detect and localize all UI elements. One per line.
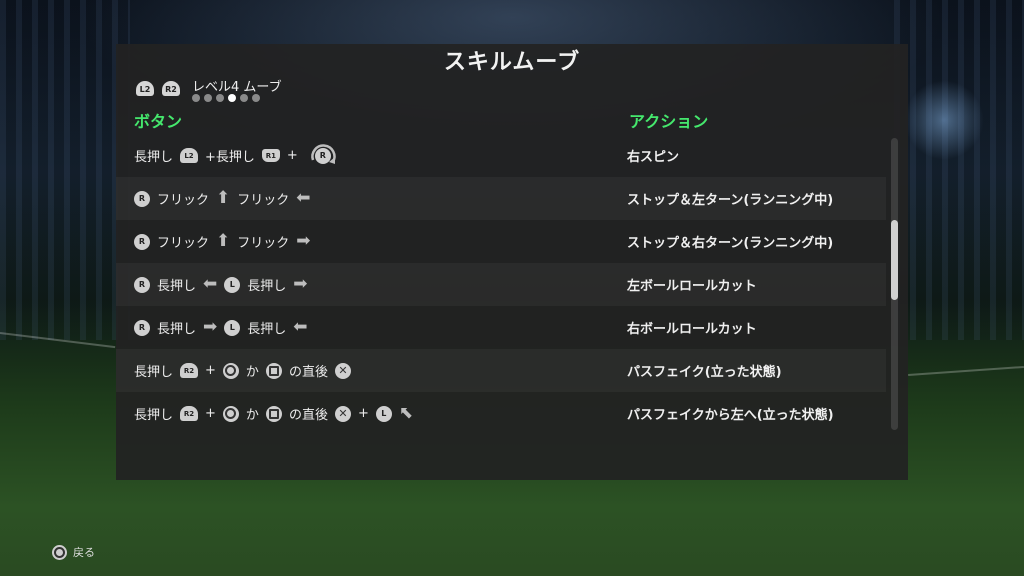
skill-action: ストップ＆左ターン(ランニング中) <box>627 193 834 208</box>
circle-button-icon <box>222 362 239 379</box>
skill-row[interactable]: 長押し R2 + か の直後 ✕ パスフェイク(立った状態) <box>116 349 886 392</box>
page-indicator <box>192 94 260 102</box>
skill-row[interactable]: R 長押し ➡ L 長押し ⬅ 右ボールロールカット <box>116 306 886 349</box>
skill-action: 右ボールロールカット <box>627 322 757 337</box>
skill-action: パスフェイク(立った状態) <box>627 365 782 380</box>
r2-trigger-icon[interactable]: R2 <box>162 81 180 96</box>
page-dot <box>252 94 260 102</box>
pitch-line <box>908 365 1024 377</box>
skill-row[interactable]: R 長押し ⬅ L 長押し ➡ 左ボールロールカット <box>116 263 886 306</box>
arrow-up-icon: ⬆ <box>216 188 231 208</box>
skill-row[interactable]: R フリック ⬆ フリック ⬅ ストップ＆左ターン(ランニング中) <box>116 177 886 220</box>
floodlight-glow <box>904 80 984 160</box>
r-stick-icon: R <box>134 190 150 207</box>
arrow-up-icon: ⬆ <box>216 231 231 251</box>
skill-action: ストップ＆右ターン(ランニング中) <box>627 236 834 251</box>
r-stick-icon: R <box>134 319 150 336</box>
page-title: スキルムーブ <box>443 50 581 75</box>
arrow-up-left-icon: ⬉ <box>398 403 414 423</box>
back-label: 戻る <box>73 546 95 559</box>
button-combo: R フリック ⬆ フリック ⬅ <box>134 177 311 220</box>
level-label: レベル4 ムーブ <box>192 80 282 95</box>
l-stick-icon: L <box>224 319 241 336</box>
circle-button-icon <box>52 544 67 560</box>
r-stick-rotate-icon: R <box>305 138 341 174</box>
l-stick-icon: L <box>224 276 241 293</box>
r2-trigger-icon: R2 <box>180 363 199 378</box>
l2-trigger-icon: L2 <box>180 148 199 163</box>
button-combo: 長押し L2 +長押し R1 + R <box>134 134 341 177</box>
l2-trigger-icon[interactable]: L2 <box>136 81 154 96</box>
circle-button-icon <box>222 405 239 422</box>
column-header-action: アクション <box>629 112 709 131</box>
scrollbar[interactable] <box>891 138 898 430</box>
skill-row[interactable]: R フリック ⬆ フリック ➡ ストップ＆右ターン(ランニング中) <box>116 220 886 263</box>
skill-action: 左ボールロールカット <box>627 279 757 294</box>
r2-trigger-icon: R2 <box>180 406 199 421</box>
r1-bumper-icon: R1 <box>261 149 280 162</box>
arrow-right-icon: ➡ <box>296 231 311 251</box>
cross-button-icon: ✕ <box>334 405 351 422</box>
r-stick-icon: R <box>134 276 150 293</box>
page-dot <box>216 94 224 102</box>
button-combo: 長押し R2 + か の直後 ✕ + L ⬉ <box>134 403 414 424</box>
arrow-left-icon: ⬅ <box>293 317 308 337</box>
skill-row[interactable]: 長押し R2 + か の直後 ✕ + L ⬉ パスフェイクから左へ(立った状態) <box>116 392 886 435</box>
button-combo: 長押し R2 + か の直後 ✕ <box>134 349 351 392</box>
scrollbar-thumb[interactable] <box>891 220 898 300</box>
skill-list: 長押し L2 +長押し R1 + R 右スピン R フリック ⬆ フリック ⬅ … <box>116 134 886 435</box>
button-combo: R 長押し ⬅ L 長押し ➡ <box>134 263 308 306</box>
skill-action: 右スピン <box>627 150 680 165</box>
skill-action: パスフェイクから左へ(立った状態) <box>627 408 834 423</box>
arrow-right-icon: ➡ <box>293 274 308 294</box>
l-stick-icon: L <box>375 405 392 422</box>
button-combo: R 長押し ➡ L 長押し ⬅ <box>134 306 308 349</box>
cross-button-icon: ✕ <box>334 362 351 379</box>
arrow-left-icon: ⬅ <box>203 274 218 294</box>
arrow-right-icon: ➡ <box>203 317 218 337</box>
column-header-button: ボタン <box>134 112 183 131</box>
back-button[interactable]: 戻る <box>52 544 95 560</box>
square-button-icon <box>265 362 282 379</box>
page-dot <box>204 94 212 102</box>
page-dot <box>240 94 248 102</box>
square-button-icon <box>265 405 282 422</box>
r-stick-icon: R <box>134 233 150 250</box>
page-dot <box>192 94 200 102</box>
arrow-left-icon: ⬅ <box>296 188 311 208</box>
skill-row[interactable]: 長押し L2 +長押し R1 + R 右スピン <box>116 134 886 177</box>
button-combo: R フリック ⬆ フリック ➡ <box>134 220 311 263</box>
page-dot-active <box>228 94 236 102</box>
